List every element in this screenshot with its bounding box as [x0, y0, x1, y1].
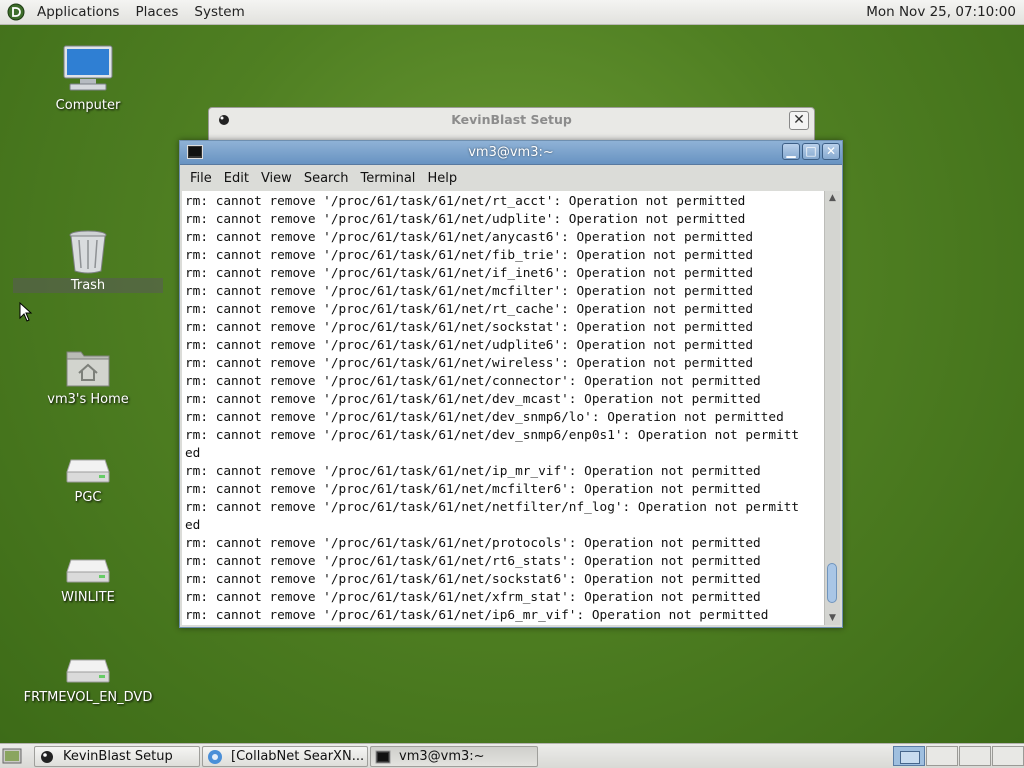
home-folder-icon: [66, 351, 110, 387]
terminal-line: rm: cannot remove '/proc/61/task/61/net/…: [185, 212, 746, 227]
terminal-line: rm: cannot remove '/proc/61/task/61/net/…: [185, 266, 754, 281]
maximize-button[interactable]: □: [802, 143, 820, 160]
desktop-icon-home[interactable]: vm3's Home: [13, 346, 163, 407]
terminal-line: rm: cannot remove '/proc/61/task/61/net/…: [185, 302, 754, 317]
terminal-line: rm: cannot remove '/proc/61/task/61/net/…: [185, 590, 761, 605]
terminal-text: rm: cannot remove '/proc/61/task/61/net/…: [182, 191, 824, 625]
terminal-line: rm: cannot remove '/proc/61/task/61/net/…: [185, 284, 754, 299]
terminal-line: rm: cannot remove '/proc/61/task/61/net/…: [185, 428, 800, 443]
terminal-line: rm: cannot remove '/proc/61/task/61/net/…: [185, 500, 800, 515]
terminal-line: rm: cannot remove '/proc/61/task/61/net/…: [185, 374, 761, 389]
trash-icon: [69, 230, 107, 274]
mouse-pointer-icon: [19, 302, 33, 322]
close-button[interactable]: ✕: [822, 143, 840, 160]
terminal-line: rm: cannot remove '/proc/61/task/61/net/…: [185, 248, 754, 263]
menu-view[interactable]: View: [255, 171, 298, 186]
distro-logo-icon[interactable]: [7, 3, 25, 21]
top-panel: Applications Places System Mon Nov 25, 0…: [0, 0, 1024, 25]
taskbar-item-label: KevinBlast Setup: [63, 749, 173, 764]
scroll-down-arrow-icon[interactable]: ▼: [825, 611, 840, 625]
terminal-line: rm: cannot remove '/proc/61/task/61/net/…: [185, 482, 761, 497]
terminal-window[interactable]: vm3@vm3:~ ▁ □ ✕ File Edit View Search Te…: [179, 140, 843, 628]
taskbar-item-label: vm3@vm3:~: [399, 749, 485, 764]
terminal-line: rm: cannot remove '/proc/61/task/61/net/…: [185, 230, 754, 245]
terminal-line: rm: cannot remove '/proc/61/task/61/net/…: [185, 392, 761, 407]
desktop-icon-label: Trash: [13, 278, 163, 293]
desktop-icon-pgc[interactable]: PGC: [13, 456, 163, 505]
window-title: vm3@vm3:~: [468, 145, 554, 160]
terminal-line: rm: cannot remove '/proc/61/task/61/net/…: [185, 536, 761, 551]
desktop-icon-winlite[interactable]: WINLITE: [13, 556, 163, 605]
drive-icon: [66, 559, 110, 583]
taskbar-item-label: [CollabNet SearXN...: [231, 749, 365, 764]
window-titlebar[interactable]: vm3@vm3:~ ▁ □ ✕: [180, 141, 842, 165]
close-icon: ✕: [825, 144, 837, 158]
taskbar-item-kevinblast[interactable]: KevinBlast Setup: [34, 746, 200, 767]
terminal-line: ed: [185, 446, 201, 461]
main-menu: Applications Places System: [0, 0, 253, 24]
terminal-line: rm: cannot remove '/proc/61/task/61/net/…: [185, 320, 754, 335]
show-desktop-icon[interactable]: [2, 747, 22, 765]
menu-places[interactable]: Places: [127, 4, 186, 20]
terminal-output[interactable]: rm: cannot remove '/proc/61/task/61/net/…: [182, 191, 824, 625]
menu-file[interactable]: File: [184, 171, 218, 186]
desktop-icon-label: FRTMEVOL_EN_DVD: [23, 690, 153, 705]
bottom-panel: KevinBlast Setup [CollabNet SearXN... vm…: [0, 743, 1024, 768]
workspace-4[interactable]: [992, 746, 1024, 766]
terminal-line: rm: cannot remove '/proc/61/task/61/net/…: [185, 572, 761, 587]
terminal-line: ed: [185, 518, 201, 533]
desktop-icon-label: vm3's Home: [47, 392, 129, 407]
menu-terminal[interactable]: Terminal: [354, 171, 421, 186]
desktop-icon-trash[interactable]: Trash: [13, 228, 163, 293]
menu-help[interactable]: Help: [421, 171, 463, 186]
workspace-1[interactable]: [893, 746, 925, 766]
workspace-2[interactable]: [926, 746, 958, 766]
drive-icon: [66, 459, 110, 483]
window-title: KevinBlast Setup: [451, 112, 572, 127]
taskbar-item-browser[interactable]: [CollabNet SearXN...: [202, 746, 368, 767]
close-button[interactable]: ✕: [789, 111, 809, 130]
minimize-button[interactable]: ▁: [782, 143, 800, 160]
terminal-line: rm: cannot remove '/proc/61/task/61/net/…: [185, 356, 754, 371]
terminal-line: rm: cannot remove '/proc/61/task/61/net/…: [185, 338, 754, 353]
terminal-line: rm: cannot remove '/proc/61/task/61/net/…: [185, 194, 746, 209]
menu-search[interactable]: Search: [298, 171, 355, 186]
menu-applications[interactable]: Applications: [29, 4, 127, 20]
workspace-3[interactable]: [959, 746, 991, 766]
maximize-icon: □: [805, 144, 817, 158]
computer-icon: [63, 45, 113, 91]
desktop-icon-label: PGC: [74, 490, 102, 505]
terminal-line: rm: cannot remove '/proc/61/task/61/net/…: [185, 554, 761, 569]
setup-icon: [41, 750, 53, 763]
scroll-up-arrow-icon[interactable]: ▲: [825, 191, 840, 205]
desktop-icon-computer[interactable]: Computer: [13, 44, 163, 113]
drive-icon: [66, 659, 110, 683]
terminal-icon: [375, 750, 391, 763]
vertical-scrollbar[interactable]: ▲ ▼: [824, 191, 840, 625]
browser-icon: [208, 749, 222, 764]
minimize-icon: ▁: [786, 144, 796, 158]
desktop-icon-frtmevol[interactable]: FRTMEVOL_EN_DVD: [13, 656, 163, 705]
clock[interactable]: Mon Nov 25, 07:10:00: [866, 4, 1016, 20]
desktop-icon-label: Computer: [55, 98, 121, 113]
terminal-line: rm: cannot remove '/proc/61/task/61/net/…: [185, 410, 784, 425]
menu-system[interactable]: System: [186, 4, 252, 20]
close-icon: ✕: [793, 112, 805, 128]
scroll-thumb[interactable]: [827, 563, 837, 603]
menu-edit[interactable]: Edit: [218, 171, 255, 186]
terminal-menubar: File Edit View Search Terminal Help: [180, 165, 842, 191]
terminal-line: rm: cannot remove '/proc/61/task/61/net/…: [185, 464, 761, 479]
terminal-line: rm: cannot remove '/proc/61/task/61/net/…: [185, 608, 769, 623]
workspace-window-preview: [900, 751, 920, 764]
desktop-icon-label: WINLITE: [61, 590, 115, 605]
taskbar-item-terminal[interactable]: vm3@vm3:~: [370, 746, 538, 767]
